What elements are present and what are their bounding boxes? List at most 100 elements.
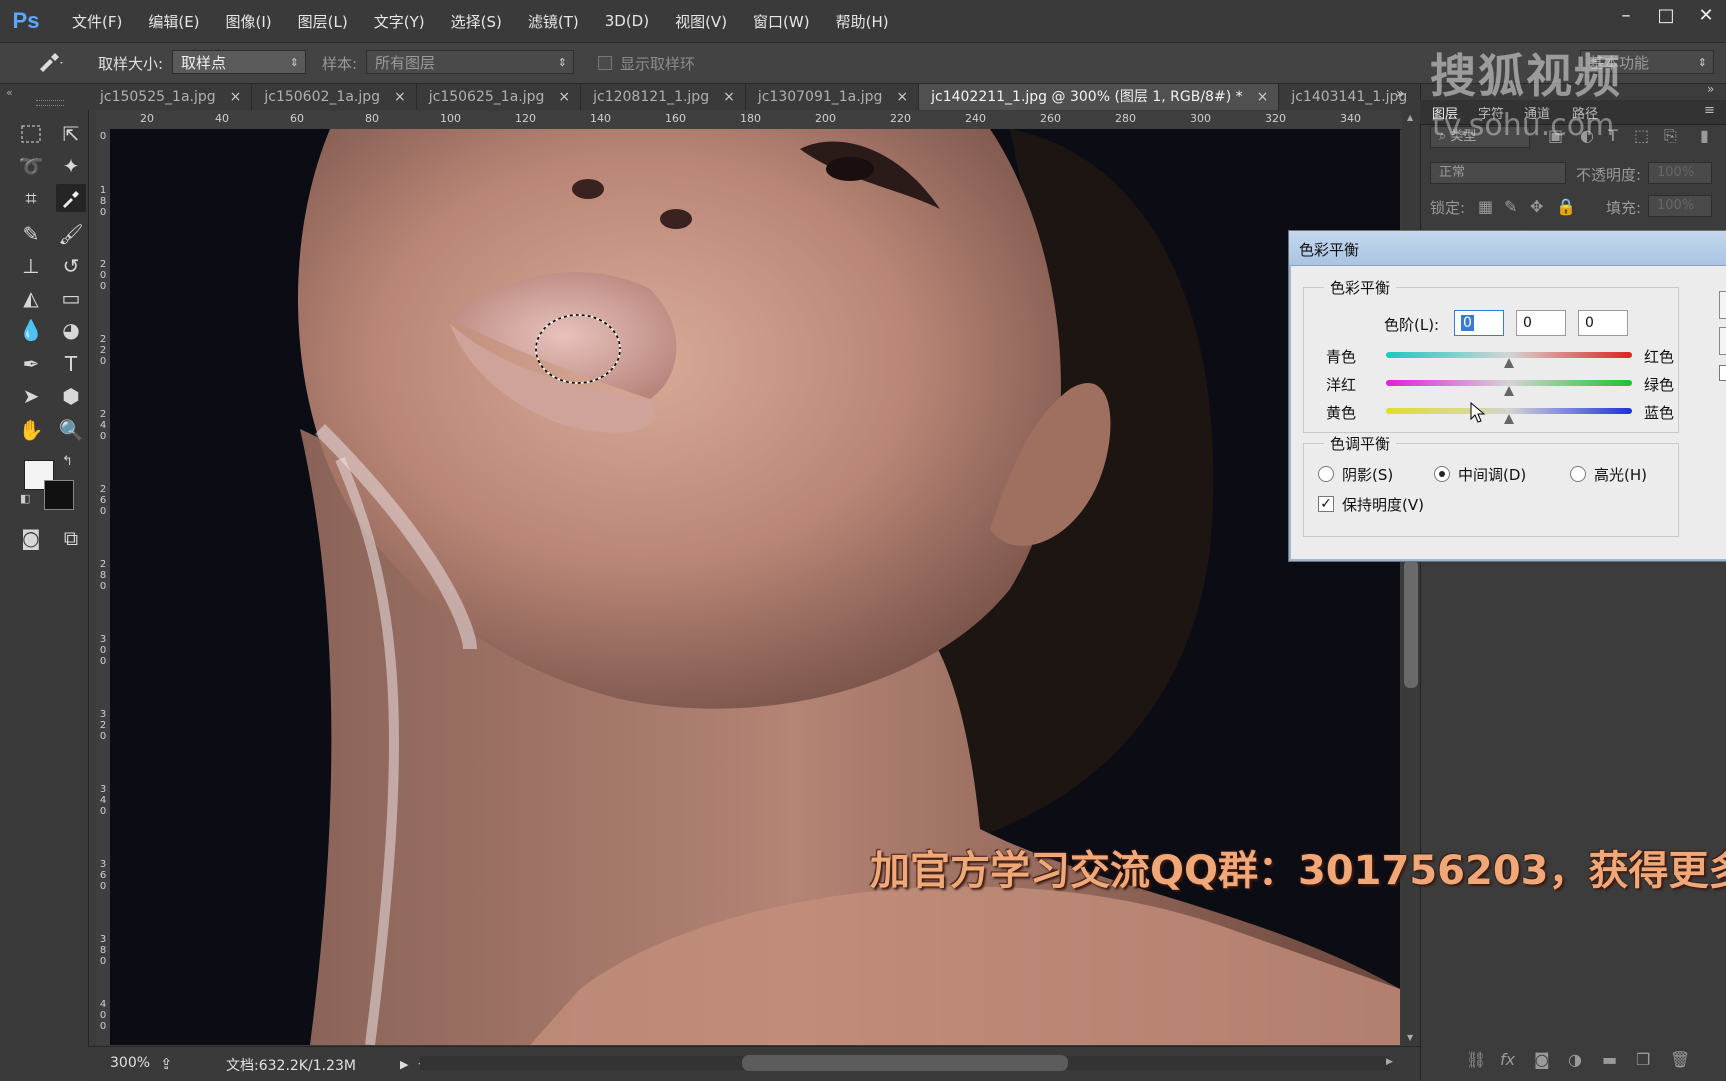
dialog-title-bar[interactable]: 色彩平衡 (1289, 231, 1726, 266)
gradient-tool-icon[interactable]: ▭ (56, 284, 86, 312)
screen-mode-icon[interactable]: ⧉ (56, 524, 86, 552)
vertical-scroll-thumb[interactable] (1404, 560, 1418, 688)
close-tab-icon[interactable]: × (558, 89, 570, 105)
magenta-green-slider[interactable] (1386, 380, 1632, 386)
magenta-green-slider-thumb[interactable] (1504, 386, 1514, 396)
lock-transparency-icon[interactable]: ▦ (1478, 197, 1493, 216)
minimize-button[interactable]: – (1606, 0, 1646, 30)
new-group-icon[interactable]: ▬ (1602, 1050, 1617, 1069)
menu-view[interactable]: 视图(V) (669, 11, 733, 32)
hand-tool-icon[interactable]: ✋ (16, 416, 46, 444)
lock-all-icon[interactable]: 🔒 (1556, 197, 1576, 216)
blend-mode-select[interactable]: 正常 (1430, 162, 1566, 184)
yellow-blue-slider-thumb[interactable] (1504, 414, 1514, 424)
collapse-arrows-icon[interactable]: « (6, 86, 13, 99)
healing-brush-icon[interactable]: ✎ (16, 220, 46, 248)
close-tab-icon[interactable]: × (1257, 89, 1269, 105)
shape-tool-icon[interactable]: ⬢ (56, 382, 86, 410)
scroll-down-icon[interactable]: ▼ (1407, 1033, 1413, 1042)
marquee-tool-icon[interactable] (16, 120, 46, 148)
close-tab-icon[interactable]: × (723, 89, 735, 105)
cyan-red-slider[interactable] (1386, 352, 1632, 358)
yellow-blue-slider[interactable] (1386, 408, 1632, 414)
menu-3d[interactable]: 3D(D) (599, 12, 655, 30)
type-tool-icon[interactable]: T (56, 350, 86, 378)
close-tab-icon[interactable]: × (230, 89, 242, 105)
path-selection-icon[interactable]: ➤ (16, 382, 46, 410)
tab-document[interactable]: jc150625_1a.jpg × (416, 84, 582, 110)
highlights-radio[interactable] (1570, 466, 1586, 482)
eyedropper-tool-icon[interactable] (56, 184, 86, 212)
eraser-tool-icon[interactable]: ◭ (16, 284, 46, 312)
filter-shape-icon[interactable]: ⬚ (1634, 126, 1649, 145)
layer-style-icon[interactable]: fx (1500, 1050, 1515, 1069)
preserve-luminosity-checkbox[interactable]: ✓ (1318, 496, 1334, 512)
close-tab-icon[interactable]: × (896, 89, 908, 105)
history-brush-icon[interactable]: ↺ (56, 252, 86, 280)
scroll-up-icon[interactable]: ▲ (1407, 113, 1413, 122)
panel-menu-icon[interactable]: ≡ (1704, 103, 1715, 118)
show-ring-checkbox[interactable] (598, 55, 612, 71)
sample-size-select[interactable]: 取样点 ⇕ (172, 50, 306, 74)
menu-type[interactable]: 文字(Y) (368, 11, 431, 32)
brush-tool-icon[interactable]: 🖌 (56, 220, 86, 248)
panel-grip[interactable] (36, 100, 64, 106)
zoom-tool-icon[interactable]: 🔍 (56, 416, 86, 444)
export-icon[interactable]: ⇪ (160, 1055, 173, 1073)
expand-panels-icon[interactable]: » (1707, 82, 1714, 96)
eyedropper-icon[interactable] (36, 51, 66, 77)
background-color-swatch[interactable] (44, 480, 74, 510)
level-cyan-red-field[interactable]: 0 (1454, 310, 1504, 336)
level-magenta-green-field[interactable]: 0 (1516, 310, 1566, 336)
tab-document[interactable]: jc1307091_1a.jpg × (745, 84, 920, 110)
lock-move-icon[interactable]: ✥ (1530, 197, 1543, 216)
adjustment-layer-icon[interactable]: ◑ (1568, 1050, 1582, 1069)
opacity-field[interactable]: 100% (1648, 162, 1712, 184)
horizontal-scroll-thumb[interactable] (742, 1055, 1068, 1071)
add-mask-icon[interactable]: ◙ (1534, 1050, 1550, 1069)
dodge-tool-icon[interactable]: ◕ (56, 316, 86, 344)
midtones-radio[interactable] (1434, 466, 1450, 482)
cancel-button[interactable] (1719, 327, 1726, 355)
cyan-red-slider-thumb[interactable] (1504, 358, 1514, 368)
magic-wand-icon[interactable]: ✦ (56, 152, 86, 180)
filter-toggle-icon[interactable]: ▮ (1700, 126, 1709, 145)
quick-mask-icon[interactable]: ◙ (16, 524, 46, 552)
swap-colors-icon[interactable]: ↰ (62, 454, 73, 469)
blur-tool-icon[interactable]: 💧 (16, 316, 46, 344)
maximize-button[interactable]: □ (1646, 0, 1686, 30)
crop-tool-icon[interactable]: ⌗ (16, 184, 46, 212)
menu-image[interactable]: 图像(I) (220, 11, 278, 32)
new-layer-icon[interactable]: ❐ (1636, 1050, 1650, 1069)
lock-paint-icon[interactable]: ✎ (1504, 197, 1517, 216)
delete-layer-icon[interactable]: 🗑 (1670, 1050, 1690, 1069)
pen-tool-icon[interactable]: ✒ (16, 350, 46, 378)
link-layers-icon[interactable]: ⛓ (1466, 1050, 1486, 1069)
menu-file[interactable]: 文件(F) (66, 11, 128, 32)
tab-document[interactable]: jc150602_1a.jpg × (252, 84, 417, 110)
menu-window[interactable]: 窗口(W) (747, 11, 816, 32)
menu-layer[interactable]: 图层(L) (292, 11, 354, 32)
more-tabs-icon[interactable]: » (1396, 86, 1405, 102)
filter-smart-icon[interactable]: ⎘ (1664, 126, 1677, 146)
sample-select[interactable]: 所有图层 ⇕ (366, 50, 574, 74)
shadows-radio[interactable] (1318, 466, 1334, 482)
menu-select[interactable]: 选择(S) (445, 11, 508, 32)
menu-edit[interactable]: 编辑(E) (142, 11, 205, 32)
menu-filter[interactable]: 滤镜(T) (522, 11, 585, 32)
tab-document[interactable]: jc150525_1a.jpg × (88, 84, 253, 110)
default-colors-icon[interactable]: ◧ (20, 492, 30, 505)
status-menu-arrow-icon[interactable]: ▶ (400, 1058, 408, 1071)
tab-document[interactable]: jc1208121_1.jpg × (581, 84, 746, 110)
document-canvas[interactable] (110, 129, 1400, 1045)
close-button[interactable]: ✕ (1686, 0, 1726, 30)
tab-document-active[interactable]: jc1402211_1.jpg @ 300% (图层 1, RGB/8#) * × (919, 84, 1280, 110)
menu-help[interactable]: 帮助(H) (830, 11, 895, 32)
clone-stamp-icon[interactable]: ⊥ (16, 252, 46, 280)
preview-checkbox[interactable] (1719, 365, 1726, 381)
zoom-level[interactable]: 300% (110, 1055, 150, 1071)
move-tool-icon[interactable]: ⇱ (56, 120, 86, 148)
scroll-right-icon[interactable]: ▶ (1386, 1057, 1393, 1067)
level-yellow-blue-field[interactable]: 0 (1578, 310, 1628, 336)
fill-field[interactable]: 100% (1648, 195, 1712, 217)
